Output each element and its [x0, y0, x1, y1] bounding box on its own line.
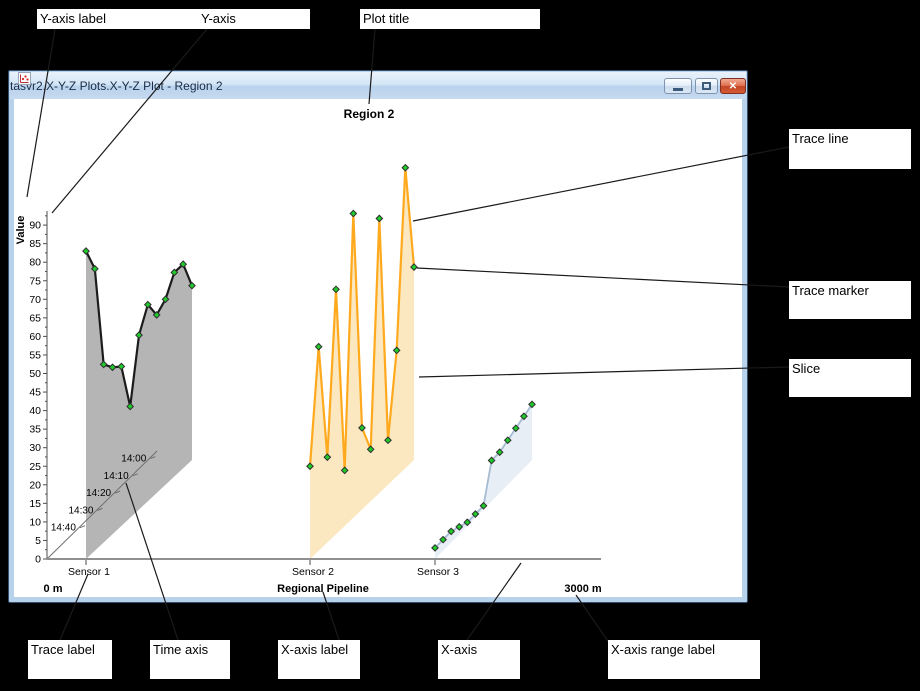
close-button[interactable]: ✕: [720, 78, 746, 94]
plot-client-area: [14, 99, 742, 597]
callout-text-x-axis: X-axis: [441, 642, 477, 657]
callout-x-axis-range-label: X-axis range label: [608, 640, 760, 679]
minimize-button[interactable]: [664, 78, 692, 94]
callout-trace-label: Trace label: [28, 640, 112, 679]
callout-text-trace-label: Trace label: [31, 642, 95, 657]
callout-text-y-axis-label: Y-axis label: [40, 11, 106, 26]
callout-trace-marker: Trace marker: [789, 281, 911, 319]
maximize-icon: [702, 82, 711, 90]
callout-y-axis: Y-axis: [198, 9, 310, 29]
callout-x-axis: X-axis: [438, 640, 520, 679]
callout-y-axis-label: Y-axis label: [37, 9, 198, 29]
annotated-screenshot-canvas: tasvr2.X-Y-Z Plots.X-Y-Z Plot - Region 2…: [0, 0, 920, 691]
callout-text-slice: Slice: [792, 361, 820, 376]
callout-time-axis: Time axis: [150, 640, 230, 679]
callout-text-y-axis: Y-axis: [201, 11, 236, 26]
callout-text-time-axis: Time axis: [153, 642, 208, 657]
maximize-button[interactable]: [695, 78, 718, 94]
window-titlebar[interactable]: tasvr2.X-Y-Z Plots.X-Y-Z Plot - Region 2: [10, 72, 746, 99]
callout-text-trace-marker: Trace marker: [792, 283, 869, 298]
callout-x-axis-label: X-axis label: [278, 640, 360, 679]
minimize-icon: [673, 88, 683, 91]
callout-text-x-axis-label: X-axis label: [281, 642, 348, 657]
app-icon[interactable]: [18, 72, 31, 85]
callout-plot-title: Plot title: [360, 9, 540, 29]
window-title: tasvr2.X-Y-Z Plots.X-Y-Z Plot - Region 2: [10, 79, 223, 93]
application-window: tasvr2.X-Y-Z Plots.X-Y-Z Plot - Region 2…: [8, 70, 748, 603]
callout-text-x-axis-range-label: X-axis range label: [611, 642, 715, 657]
callout-text-plot-title: Plot title: [363, 11, 409, 26]
callout-slice: Slice: [789, 359, 911, 397]
close-icon: ✕: [729, 81, 737, 92]
callout-trace-line: Trace line: [789, 129, 911, 169]
callout-text-trace-line: Trace line: [792, 131, 849, 146]
